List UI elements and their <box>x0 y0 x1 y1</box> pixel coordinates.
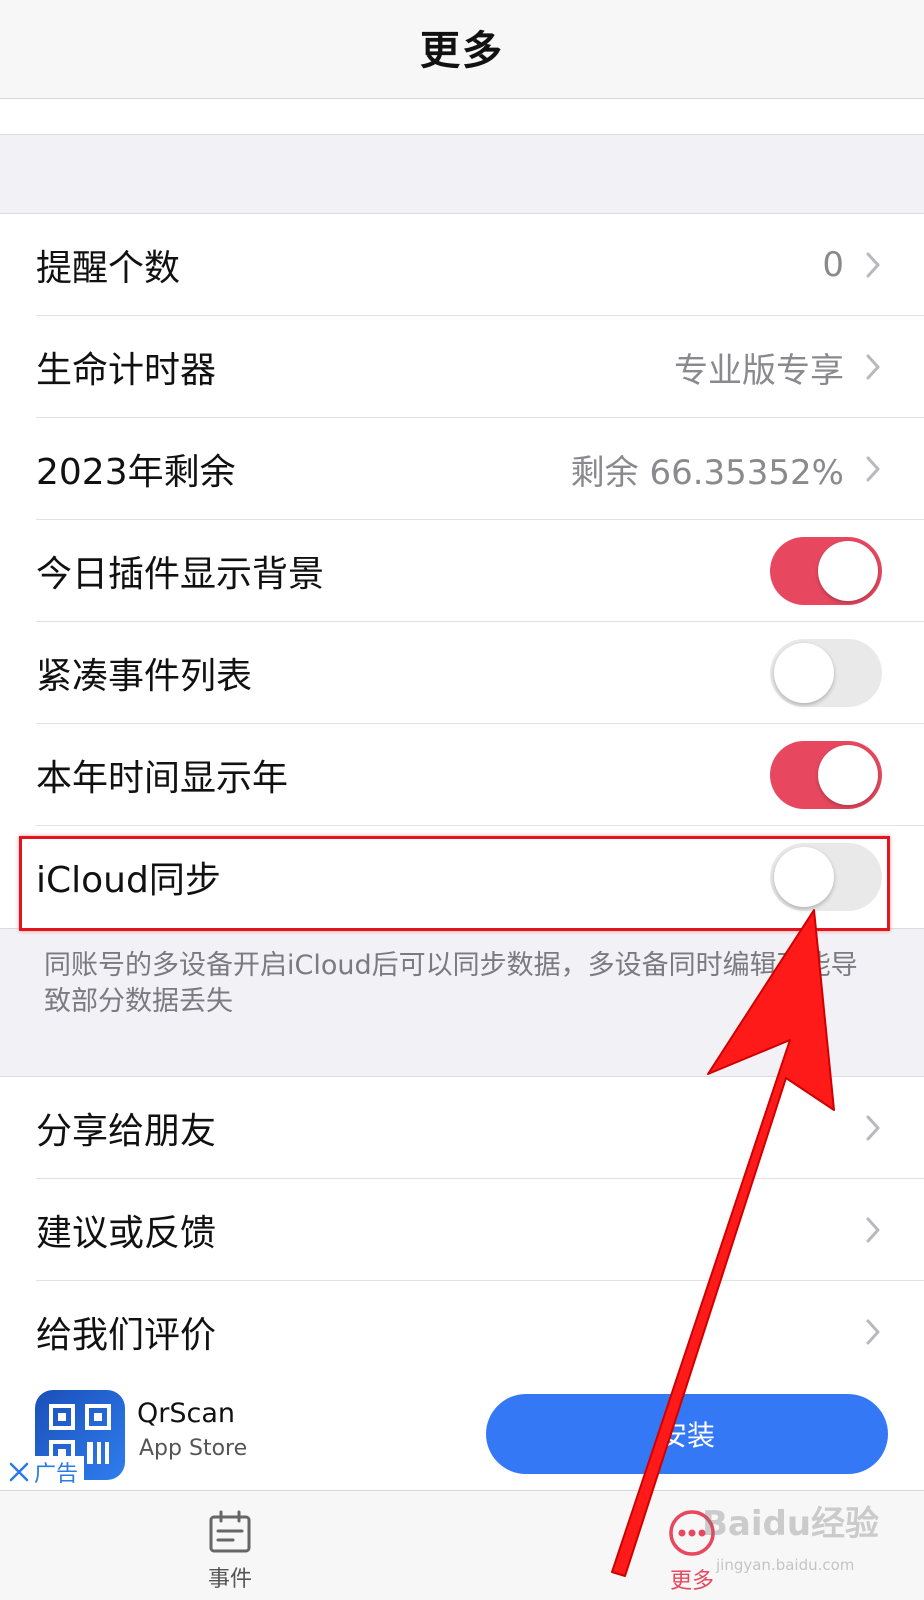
life-timer-value: 专业版专享 <box>674 350 844 391</box>
chevron-right-icon <box>866 1319 880 1345</box>
year-remaining-label: 2023年剩余 <box>36 452 236 493</box>
calendar-icon <box>209 1510 251 1553</box>
icloud-sync-label: iCloud同步 <box>36 860 221 901</box>
life-timer-label: 生命计时器 <box>36 350 217 391</box>
toggle-knob <box>818 541 878 601</box>
feedback-row[interactable]: 建议或反馈 <box>0 1179 924 1281</box>
nav-bar: 更多 <box>0 0 924 99</box>
icloud-sync-note: 同账号的多设备开启iCloud后可以同步数据，多设备同时编辑可能导致部分数据丢失 <box>44 950 858 1017</box>
page-title: 更多 <box>420 28 504 74</box>
share-row[interactable]: 分享给朋友 <box>0 1077 924 1179</box>
tab-more-label: 更多 <box>669 1569 714 1594</box>
reminder-count-label: 提醒个数 <box>36 248 181 289</box>
about-group: 分享给朋友 建议或反馈 给我们评价 <box>0 1076 924 1383</box>
compact-list-label: 紧凑事件列表 <box>36 656 253 697</box>
chevron-right-icon <box>866 252 880 278</box>
show-year-row: 本年时间显示年 <box>0 724 924 826</box>
baidu-watermark: Baidu经验 <box>702 1504 880 1544</box>
share-label: 分享给朋友 <box>36 1111 217 1152</box>
baidu-watermark-url: jingyan.baidu.com <box>716 1556 855 1574</box>
year-remaining-value: 剩余 66.35352% <box>570 452 844 493</box>
compact-list-row: 紧凑事件列表 <box>0 622 924 724</box>
install-button[interactable]: 安装 <box>486 1394 888 1474</box>
chevron-right-icon <box>866 354 880 380</box>
chevron-right-icon <box>866 1217 880 1243</box>
widget-background-toggle[interactable] <box>770 537 882 605</box>
widget-background-label: 今日插件显示背景 <box>36 554 325 595</box>
rate-label: 给我们评价 <box>36 1315 217 1356</box>
ad-tag-label: 广告 <box>34 1462 79 1487</box>
ad-tag[interactable]: 广告 <box>6 1456 85 1488</box>
reminder-count-value: 0 <box>822 245 844 285</box>
year-remaining-row[interactable]: 2023年剩余 剩余 66.35352% <box>0 418 924 520</box>
reminder-count-row[interactable]: 提醒个数 0 <box>0 214 924 316</box>
chevron-right-icon <box>866 1115 880 1141</box>
settings-group: 提醒个数 0 生命计时器 专业版专享 2023年剩余 剩余 66.35352% … <box>0 213 924 929</box>
previous-section-peek <box>0 99 924 135</box>
life-timer-row[interactable]: 生命计时器 专业版专享 <box>0 316 924 418</box>
toggle-knob <box>774 847 834 907</box>
show-year-label: 本年时间显示年 <box>36 758 289 799</box>
icloud-sync-toggle[interactable] <box>770 843 882 911</box>
compact-list-toggle[interactable] <box>770 639 882 707</box>
show-year-toggle[interactable] <box>770 741 882 809</box>
icloud-sync-row: iCloud同步 <box>0 826 924 928</box>
tab-events[interactable]: 事件 <box>170 1509 290 1593</box>
tab-events-label: 事件 <box>207 1567 252 1592</box>
chevron-right-icon <box>866 456 880 482</box>
close-icon[interactable] <box>8 1461 30 1483</box>
rate-row[interactable]: 给我们评价 <box>0 1281 924 1383</box>
feedback-label: 建议或反馈 <box>36 1213 217 1254</box>
ad-banner: QrScan App Store 广告 安装 <box>0 1378 924 1490</box>
ad-store-name: App Store <box>139 1436 248 1461</box>
widget-background-row: 今日插件显示背景 <box>0 520 924 622</box>
toggle-knob <box>774 643 834 703</box>
ad-app-name: QrScan <box>137 1398 235 1429</box>
toggle-knob <box>818 745 878 805</box>
